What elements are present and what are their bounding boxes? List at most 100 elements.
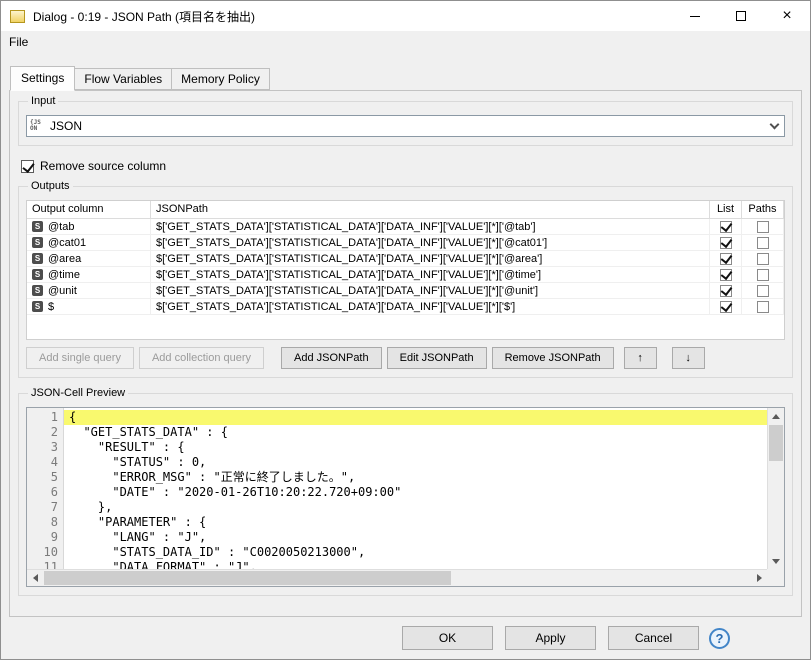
vertical-scroll-thumb[interactable] [769, 425, 783, 461]
paths-cell[interactable] [742, 267, 784, 282]
move-up-button[interactable]: ↑ [623, 347, 657, 369]
list-cell[interactable] [710, 299, 742, 314]
remove-jsonpath-button[interactable]: Remove JSONPath [491, 347, 614, 369]
output-column-cell[interactable]: S @cat01 [27, 235, 151, 250]
ok-button[interactable]: OK [402, 626, 493, 650]
json-cell-preview-group: JSON-Cell Preview 1 2 3 4 5 6 7 8 9 10 11 { "GET_S… [18, 387, 793, 596]
tab-settings[interactable]: Settings [10, 66, 76, 91]
output-column-cell[interactable]: S @time [27, 267, 151, 282]
tab-memory-policy[interactable]: Memory Policy [172, 68, 270, 90]
horizontal-scrollbar[interactable] [27, 569, 767, 586]
table-row[interactable]: S $ $['GET_STATS_DATA']['STATISTICAL_DATA'… [27, 299, 784, 315]
list-checkbox[interactable] [719, 300, 732, 313]
output-column-cell[interactable]: S $ [27, 299, 151, 314]
table-row[interactable]: S @area $['GET_STATS_DATA']['STATISTICAL_D… [27, 251, 784, 267]
jsonpath-cell[interactable]: $['GET_STATS_DATA']['STATISTICAL_DATA'][… [151, 235, 710, 250]
list-checkbox[interactable] [719, 236, 732, 249]
preview-gutter: 1 2 3 4 5 6 7 8 9 10 11 [27, 408, 64, 586]
outputs-group-label: Outputs [28, 180, 73, 192]
list-cell[interactable] [710, 235, 742, 250]
outputs-group: Outputs Output column JSONPath List Path… [18, 180, 793, 378]
code-line: "DATA_FORMAT" : "J", [69, 560, 257, 569]
list-checkbox[interactable] [719, 252, 732, 265]
jsonpath-cell[interactable]: $['GET_STATS_DATA']['STATISTICAL_DATA'][… [151, 267, 710, 282]
paths-checkbox[interactable] [756, 300, 769, 313]
paths-checkbox[interactable] [756, 236, 769, 249]
output-column-cell[interactable]: S @area [27, 251, 151, 266]
paths-checkbox[interactable] [756, 284, 769, 297]
table-row[interactable]: S @cat01 $['GET_STATS_DATA']['STATISTICAL_… [27, 235, 784, 251]
outputs-table: Output column JSONPath List Paths S @tab $… [26, 200, 785, 340]
scroll-down-arrow[interactable] [768, 553, 784, 569]
output-column-name: $ [48, 300, 55, 313]
output-column-name: @time [48, 268, 80, 281]
table-row[interactable]: S @time $['GET_STATS_DATA']['STATISTICAL_D… [27, 267, 784, 283]
code-line: "RESULT" : { [69, 440, 185, 454]
paths-cell[interactable] [742, 283, 784, 298]
list-cell[interactable] [710, 219, 742, 234]
paths-cell[interactable] [742, 299, 784, 314]
move-down-button[interactable]: ↓ [671, 347, 705, 369]
jsonpath-cell[interactable]: $['GET_STATS_DATA']['STATISTICAL_DATA'][… [151, 299, 710, 314]
line-number: 10 [43, 545, 58, 559]
triangle-down-icon [772, 558, 780, 564]
line-number: 1 [50, 410, 58, 424]
menu-bar: File [1, 31, 810, 53]
code-line: "PARAMETER" : { [69, 515, 207, 529]
paths-cell[interactable] [742, 235, 784, 250]
string-type-icon: S [32, 285, 43, 296]
jsonpath-cell[interactable]: $['GET_STATS_DATA']['STATISTICAL_DATA'][… [151, 283, 710, 298]
code-line: "STATS_DATA_ID" : "C0020050213000", [69, 545, 366, 559]
paths-checkbox[interactable] [756, 220, 769, 233]
list-checkbox[interactable] [719, 220, 732, 233]
vertical-scrollbar[interactable] [767, 408, 784, 569]
list-cell[interactable] [710, 251, 742, 266]
code-line: "DATE" : "2020-01-26T10:20:22.720+09:00" [69, 485, 402, 499]
outputs-table-header: Output column JSONPath List Paths [27, 201, 784, 219]
input-combobox[interactable]: {JS ON JSON [26, 115, 785, 137]
list-cell[interactable] [710, 283, 742, 298]
output-column-cell[interactable]: S @unit [27, 283, 151, 298]
scroll-left-arrow[interactable] [27, 570, 43, 586]
jsonpath-cell[interactable]: $['GET_STATS_DATA']['STATISTICAL_DATA'][… [151, 219, 710, 234]
horizontal-scroll-thumb[interactable] [44, 571, 451, 585]
table-row[interactable]: S @tab $['GET_STATS_DATA']['STATISTICAL_DA… [27, 219, 784, 235]
menu-file[interactable]: File [2, 32, 35, 52]
cancel-button[interactable]: Cancel [608, 626, 699, 650]
remove-source-checkbox[interactable] [21, 159, 34, 173]
list-cell[interactable] [710, 267, 742, 282]
tab-flow-variables[interactable]: Flow Variables [75, 68, 173, 90]
output-column-cell[interactable]: S @tab [27, 219, 151, 234]
triangle-left-icon [32, 574, 38, 582]
paths-checkbox[interactable] [756, 268, 769, 281]
code-line: { [64, 410, 767, 425]
code-line: "ERROR_MSG" : "正常に終了しました。", [69, 470, 356, 484]
preview-editor[interactable]: 1 2 3 4 5 6 7 8 9 10 11 { "GET_STATS_DATA" : { "RE… [26, 407, 785, 587]
jsonpath-cell[interactable]: $['GET_STATS_DATA']['STATISTICAL_DATA'][… [151, 251, 710, 266]
scroll-up-arrow[interactable] [768, 408, 784, 424]
add-collection-query-button[interactable]: Add collection query [138, 347, 265, 369]
add-jsonpath-button[interactable]: Add JSONPath [281, 347, 382, 369]
paths-checkbox[interactable] [756, 252, 769, 265]
scroll-right-arrow[interactable] [751, 570, 767, 586]
input-combobox-value: JSON [50, 119, 83, 133]
paths-cell[interactable] [742, 251, 784, 266]
apply-button[interactable]: Apply [505, 626, 596, 650]
help-button[interactable]: ? [709, 627, 730, 649]
edit-jsonpath-button[interactable]: Edit JSONPath [386, 347, 487, 369]
string-type-icon: S [32, 221, 43, 232]
list-checkbox[interactable] [719, 284, 732, 297]
minimize-button[interactable] [672, 1, 718, 31]
preview-code: { "GET_STATS_DATA" : { "RESULT" : { "STA… [64, 408, 767, 569]
maximize-button[interactable] [718, 1, 764, 31]
maximize-icon [736, 11, 746, 21]
line-number: 2 [50, 425, 58, 439]
header-paths: Paths [742, 201, 784, 218]
list-checkbox[interactable] [719, 268, 732, 281]
paths-cell[interactable] [742, 219, 784, 234]
remove-source-row: Remove source column [21, 159, 793, 173]
add-single-query-button[interactable]: Add single query [26, 347, 134, 369]
code-line: "STATUS" : 0, [69, 455, 207, 469]
close-button[interactable]: × [764, 1, 810, 31]
table-row[interactable]: S @unit $['GET_STATS_DATA']['STATISTICAL_D… [27, 283, 784, 299]
